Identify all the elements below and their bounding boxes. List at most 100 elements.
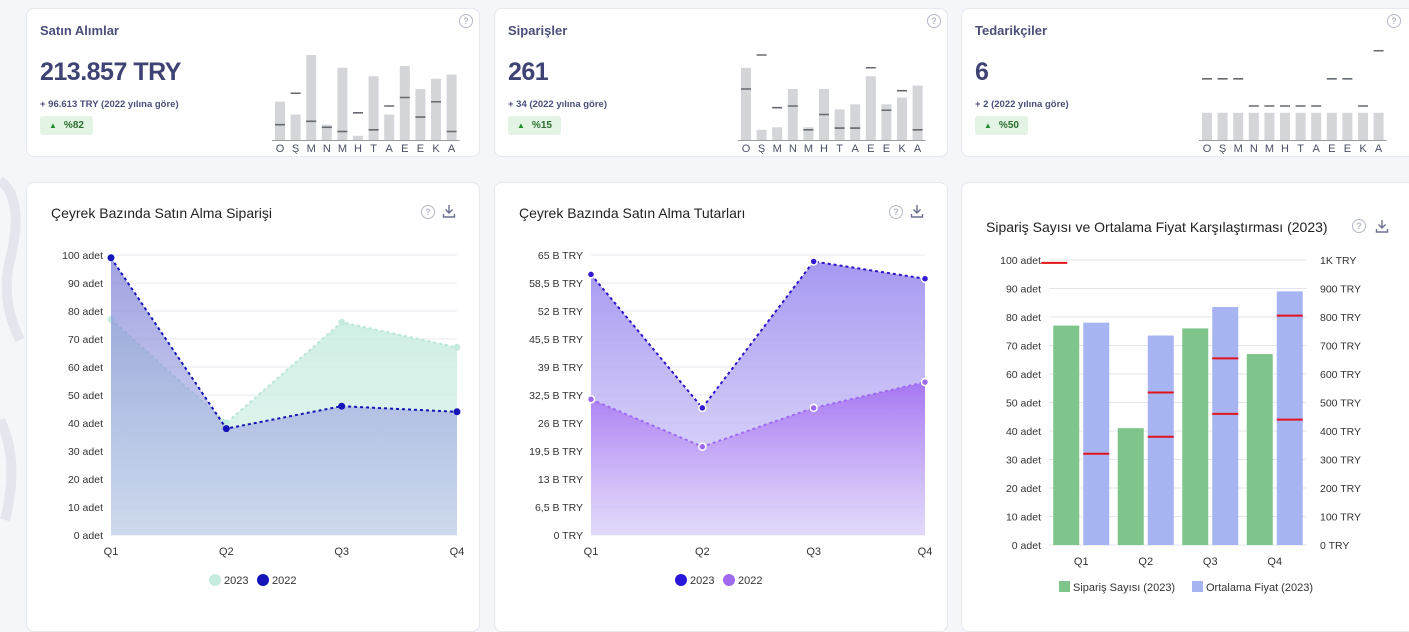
- y-tick-label: 45,5 B TRY: [529, 334, 583, 346]
- spark-bar: [741, 67, 751, 140]
- y-tick-label: 65 B TRY: [538, 250, 583, 262]
- spark-bar: [1202, 112, 1212, 140]
- spark-month-label: O: [276, 143, 285, 154]
- bar-order-count: [1117, 428, 1144, 545]
- spark-month-label: M: [307, 143, 316, 154]
- y-tick-label-left: 100 adet: [1000, 255, 1041, 267]
- legend-swatch: [209, 574, 221, 586]
- y-tick-label-left: 90 adet: [1006, 284, 1041, 296]
- y-tick-label-left: 10 adet: [1006, 512, 1041, 524]
- y-tick-label: 50 adet: [68, 390, 103, 402]
- kpi-card-purchases: Satın Alımlar 213.857 TRY + 96.613 TRY (…: [26, 8, 480, 157]
- order-count-chart: 0 adet 10 adet 20 adet 30 adet 40 adet 50 ade…: [62, 250, 464, 587]
- bar-average-price: [1147, 335, 1174, 545]
- y-tick-label: 32,5 B TRY: [529, 390, 583, 402]
- spark-month-label: Ş: [1219, 143, 1226, 154]
- y-tick-label-left: 40 adet: [1006, 426, 1041, 438]
- y-tick-label: 19,5 B TRY: [529, 446, 583, 458]
- spark-bar: [1326, 112, 1337, 140]
- kpi-card-suppliers: Tedarikçiler 6 + 2 (2022 yılına göre) ▲%…: [961, 8, 1409, 157]
- data-point: [107, 254, 115, 262]
- spark-bar: [834, 109, 845, 140]
- spark-month-label: H: [1281, 143, 1289, 154]
- data-point: [586, 270, 596, 279]
- spark-month-label: M: [804, 143, 813, 154]
- y-tick-label-right: 100 TRY: [1320, 512, 1361, 524]
- help-icon[interactable]: ?: [927, 14, 941, 28]
- y-tick-label-right: 700 TRY: [1320, 341, 1361, 353]
- growth-badge: ▲ %50: [975, 116, 1028, 135]
- data-point: [338, 402, 346, 410]
- spark-month-label: K: [1359, 143, 1367, 154]
- kpi-value: 261: [508, 58, 549, 86]
- y-tick-label-right: 500 TRY: [1320, 398, 1361, 410]
- x-tick-label: Q3: [334, 546, 349, 558]
- monthly-sparkline: OŞMNMHTAEEKA: [738, 54, 926, 154]
- spark-bar: [1342, 112, 1353, 140]
- data-point: [809, 403, 818, 413]
- y-tick-label: 60 adet: [68, 362, 103, 374]
- download-icon[interactable]: [1374, 218, 1390, 234]
- spark-month-label: E: [417, 143, 424, 154]
- spark-bar: [897, 97, 907, 140]
- y-tick-label: 20 adet: [68, 474, 103, 486]
- x-tick-label: Q1: [104, 546, 119, 558]
- spark-month-label: K: [432, 143, 440, 154]
- kpi-value: 6: [975, 58, 989, 86]
- help-icon[interactable]: ?: [1387, 14, 1401, 28]
- help-icon[interactable]: ?: [459, 14, 473, 28]
- growth-badge: ▲ %82: [40, 116, 93, 135]
- spark-bar: [756, 129, 767, 140]
- data-point: [698, 442, 707, 451]
- spark-month-label: O: [1203, 143, 1212, 154]
- order-vs-price-chart: 0 adet 0 TRY 10 adet 100 TRY 20 adet 200 TRY 3…: [1000, 255, 1361, 594]
- spark-month-label: E: [1328, 143, 1335, 154]
- y-tick-label-left: 20 adet: [1006, 483, 1041, 495]
- spark-month-label: E: [867, 143, 874, 154]
- spark-month-label: E: [883, 143, 890, 154]
- arrow-up-icon: ▲: [49, 121, 57, 130]
- arrow-up-icon: ▲: [517, 121, 525, 130]
- data-point: [920, 274, 930, 283]
- y-tick-label: 52 B TRY: [538, 306, 583, 318]
- spark-bar: [431, 78, 441, 140]
- legend-label: Sipariş Sayısı (2023): [1073, 582, 1175, 594]
- data-point: [453, 408, 461, 416]
- legend-label: 2022: [738, 575, 762, 587]
- arrow-up-icon: ▲: [984, 121, 992, 130]
- y-tick-label-right: 300 TRY: [1320, 455, 1361, 467]
- x-tick-label: Q4: [1267, 556, 1282, 568]
- x-tick-label: Q1: [1074, 556, 1089, 568]
- spark-month-label: A: [1313, 143, 1321, 154]
- y-tick-label: 90 adet: [68, 278, 103, 290]
- data-point: [586, 395, 596, 404]
- y-tick-label-right: 600 TRY: [1320, 369, 1361, 381]
- kpi-card-orders: Siparişler 261 + 34 (2022 yılına göre) ▲…: [494, 8, 948, 157]
- spark-month-label: N: [323, 143, 331, 154]
- help-icon[interactable]: ?: [1352, 219, 1366, 233]
- spark-month-label: A: [914, 143, 922, 154]
- spark-month-label: T: [836, 143, 843, 154]
- y-tick-label-left: 80 adet: [1006, 312, 1041, 324]
- x-tick-label: Q2: [1138, 556, 1153, 568]
- bar-average-price: [1276, 291, 1303, 545]
- spark-bar: [850, 104, 861, 140]
- x-tick-label: Q2: [695, 546, 710, 558]
- legend-swatch: [1192, 581, 1203, 592]
- legend-swatch: [723, 574, 735, 586]
- monthly-sparkline: OŞMNMHTAEEKA: [272, 55, 460, 154]
- y-tick-label-right: 200 TRY: [1320, 483, 1361, 495]
- spark-bar: [353, 135, 363, 140]
- bar-order-count: [1053, 325, 1080, 545]
- spark-month-label: A: [386, 143, 394, 154]
- spark-bar: [290, 114, 301, 140]
- legend-label: 2023: [224, 575, 248, 587]
- bar-average-price: [1083, 322, 1110, 545]
- y-tick-label: 13 B TRY: [538, 474, 583, 486]
- legend-label: 2023: [690, 575, 714, 587]
- y-tick-label: 30 adet: [68, 446, 103, 458]
- y-tick-label-left: 30 adet: [1006, 455, 1041, 467]
- spark-bar: [337, 67, 348, 140]
- kpi-comparison: + 34 (2022 yılına göre): [508, 99, 608, 110]
- spark-bar: [1358, 112, 1368, 140]
